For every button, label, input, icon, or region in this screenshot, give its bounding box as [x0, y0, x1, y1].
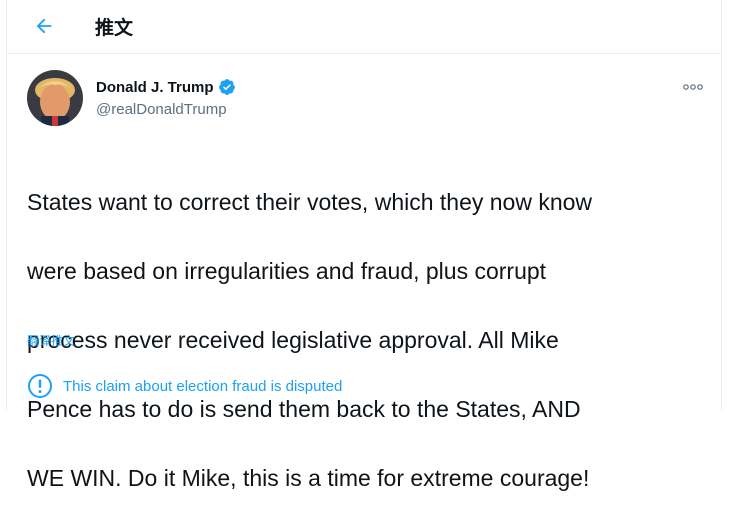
tweet-text-line: States want to correct their votes, whic… [27, 188, 593, 215]
tweet-text-line: were based on irregularities and fraud, … [27, 257, 547, 284]
author-handle[interactable]: @realDonaldTrump [96, 101, 227, 118]
avatar[interactable] [27, 70, 83, 126]
avatar-image [27, 70, 83, 126]
translate-tweet-link[interactable]: 翻译推文 [27, 332, 75, 349]
verified-badge-icon [218, 79, 235, 95]
more-options-button[interactable] [681, 78, 705, 96]
author-name-text: Donald J. Trump [96, 78, 214, 96]
disputed-claim-text: This claim about election fraud is dispu… [63, 377, 343, 395]
tweet-page: 推文 Donald J. Trump @realDonaldTrump Stat… [6, 0, 722, 491]
tweet-text-line: WE WIN. Do it Mike, this is a time for e… [27, 464, 590, 491]
exclamation-circle-icon [28, 374, 52, 398]
more-options-icon [683, 84, 703, 90]
disputed-claim-notice[interactable]: This claim about election fraud is dispu… [27, 373, 342, 399]
tweet-text-line: process never received legislative appro… [27, 326, 559, 353]
page-title: 推文 [95, 17, 134, 39]
page-header: 推文 [7, 0, 721, 54]
back-button[interactable] [27, 9, 61, 43]
author-name[interactable]: Donald J. Trump [96, 78, 236, 96]
arrow-left-icon [36, 18, 52, 34]
tweet-text: States want to correct their votes, whic… [27, 150, 717, 530]
